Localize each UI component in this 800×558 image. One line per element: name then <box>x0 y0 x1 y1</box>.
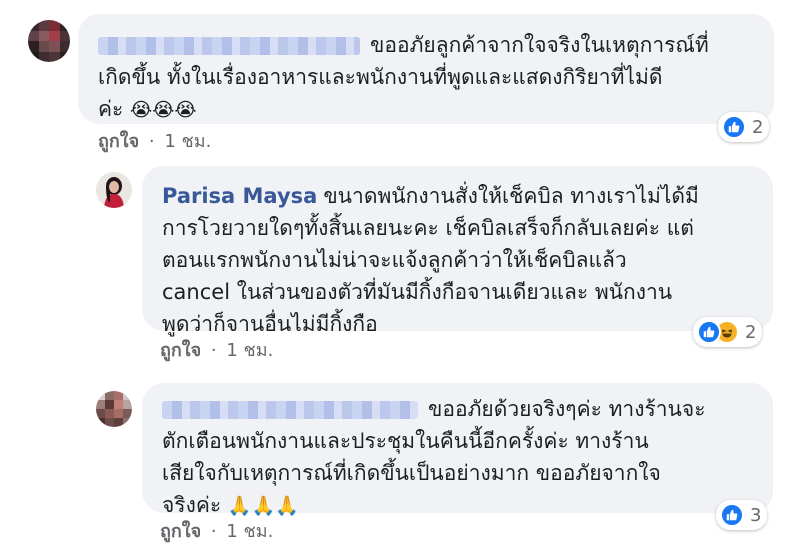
like-icon <box>697 320 721 344</box>
like-icon <box>720 503 744 527</box>
timestamp[interactable]: 1 ชม. <box>226 521 273 542</box>
comment-actions: ถูกใจ · 1 ชม. <box>160 516 273 545</box>
comment-text-line: ค่ะ <box>98 97 124 121</box>
comment-text-line: จริงค่ะ <box>162 493 222 517</box>
comment-text-line: การโวยวายใดๆทั้งสิ้นเลยนะคะ เช็คบิลเสร็จ… <box>162 216 694 240</box>
reaction-count: 2 <box>752 116 764 138</box>
like-icon <box>722 115 746 139</box>
reaction-summary[interactable]: 3 <box>716 500 768 530</box>
commenter-avatar[interactable] <box>96 172 132 208</box>
like-button[interactable]: ถูกใจ <box>160 340 201 361</box>
commenter-avatar-pixelated[interactable] <box>96 391 132 427</box>
comment-bubble: ขออภัยลูกค้าจากใจจริงในเหตุการณ์ที่ เกิด… <box>78 14 774 124</box>
comment-actions: ถูกใจ · 1 ชม. <box>98 126 211 155</box>
separator-dot: · <box>148 131 155 152</box>
comment-text-line: ขออภัยลูกค้าจากใจจริงในเหตุการณ์ที่ <box>370 33 709 57</box>
comment-text-line: ตอนแรกพนักงานไม่น่าจะแจ้งลูกค้าว่าให้เช็… <box>162 248 627 272</box>
blurred-author-name[interactable] <box>98 37 360 55</box>
comment-bubble: ขออภัยด้วยจริงๆค่ะ ทางร้านจะ ตักเตือนพนั… <box>142 383 773 517</box>
reaction-count: 3 <box>750 504 762 526</box>
comment-author-name[interactable]: Parisa Maysa <box>162 184 317 208</box>
comment-text-line: ขนาดพนักงานสั่งให้เช็คบิล ทางเราไม่ได้มี <box>323 184 699 208</box>
comment-text-line: ขออภัยด้วยจริงๆค่ะ ทางร้านจะ <box>428 397 706 421</box>
commenter-avatar-pixelated[interactable] <box>28 20 70 62</box>
comment-line: ค่ะ 😭😭😭 <box>98 93 754 126</box>
blurred-author-name[interactable] <box>162 401 418 419</box>
separator-dot: · <box>210 521 217 542</box>
comment-line: ขออภัยด้วยจริงๆค่ะ ทางร้านจะ <box>162 393 753 425</box>
comment-text-line: เกิดขึ้น ทั้งในเรื่องอาหารและพนักงานที่พ… <box>98 65 663 89</box>
reaction-summary[interactable]: 2 <box>718 112 770 142</box>
timestamp[interactable]: 1 ชม. <box>164 131 211 152</box>
comment-actions: ถูกใจ · 1 ชม. <box>160 335 273 364</box>
comment-text-line: cancel ในส่วนของตัวที่มันมีกิ้งกือจานเดี… <box>162 280 673 304</box>
separator-dot: · <box>210 340 217 361</box>
like-button[interactable]: ถูกใจ <box>160 521 201 542</box>
timestamp[interactable]: 1 ชม. <box>226 340 273 361</box>
reaction-summary[interactable]: 2 <box>693 317 763 347</box>
comment-text-line: ตักเตือนพนักงานและประชุมในคืนนี้อีกครั้ง… <box>162 429 649 453</box>
comment-line: ขออภัยลูกค้าจากใจจริงในเหตุการณ์ที่ <box>98 29 754 61</box>
reaction-count: 2 <box>745 321 757 343</box>
crying-emoji: 😭😭😭 <box>130 99 197 121</box>
comment-bubble: Parisa Maysa ขนาดพนักงานสั่งให้เช็คบิล ทา… <box>142 166 773 336</box>
comment-line: Parisa Maysa ขนาดพนักงานสั่งให้เช็คบิล ทา… <box>162 180 753 212</box>
praying-hands-emoji: 🙏🙏🙏 <box>227 495 299 517</box>
comment-text-line: เสียใจกับเหตุการณ์ที่เกิดขึ้นเป็นอย่างมา… <box>162 461 661 485</box>
like-button[interactable]: ถูกใจ <box>98 131 139 152</box>
